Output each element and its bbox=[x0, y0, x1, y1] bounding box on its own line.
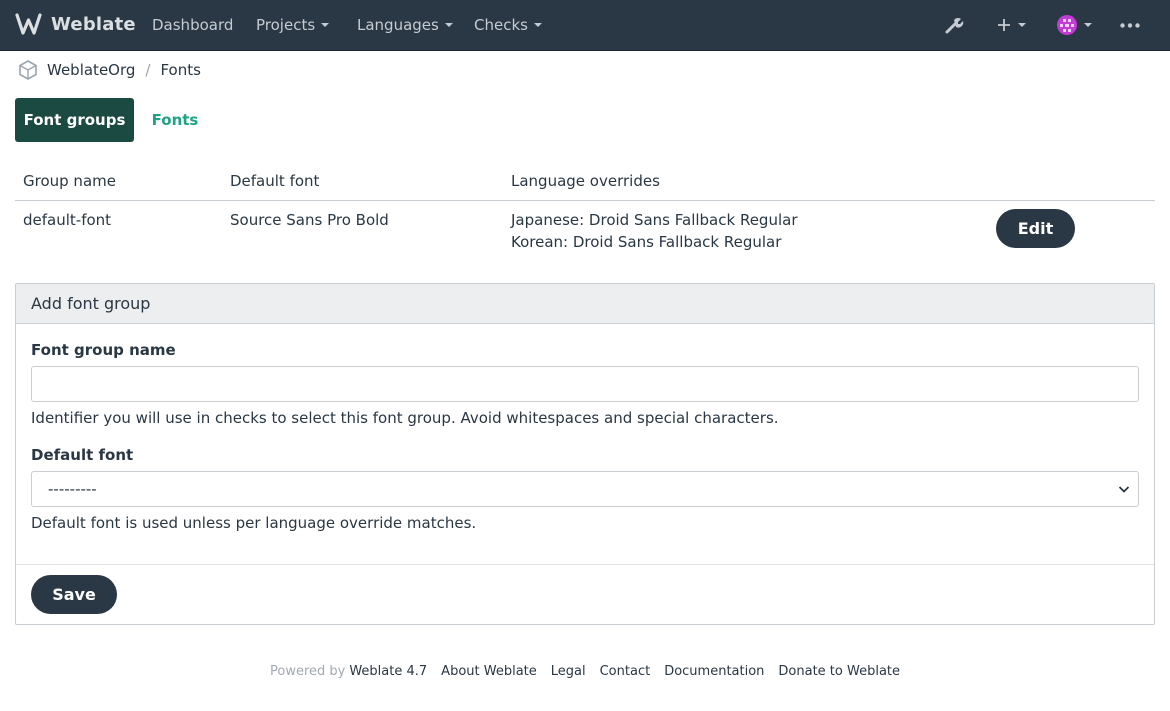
footer-link-contact[interactable]: Contact bbox=[600, 664, 651, 679]
nav-checks-label: Checks bbox=[474, 16, 528, 34]
override-korean: Korean: Droid Sans Fallback Regular bbox=[511, 233, 782, 251]
column-header-group-name: Group name bbox=[23, 172, 116, 190]
brand-name: Weblate bbox=[51, 13, 136, 35]
nav-languages-label: Languages bbox=[357, 16, 439, 34]
cell-group-name: default-font bbox=[23, 211, 112, 229]
save-button[interactable]: Save bbox=[31, 575, 117, 614]
avatar-icon bbox=[1057, 15, 1077, 35]
footer: Powered by Weblate 4.7 About Weblate Leg… bbox=[0, 664, 1170, 679]
nav-projects-label: Projects bbox=[256, 16, 316, 34]
organization-icon bbox=[19, 60, 37, 80]
tab-fonts[interactable]: Fonts bbox=[134, 98, 216, 142]
breadcrumb-org[interactable]: WeblateOrg bbox=[47, 61, 135, 79]
default-font-help: Default font is used unless per language… bbox=[31, 514, 477, 532]
chevron-down-icon bbox=[533, 23, 542, 27]
wrench-icon[interactable] bbox=[944, 15, 964, 35]
default-font-label: Default font bbox=[31, 446, 134, 464]
override-japanese: Japanese: Droid Sans Fallback Regular bbox=[511, 211, 798, 229]
plus-icon bbox=[998, 19, 1010, 31]
footer-version-link[interactable]: Weblate 4.7 bbox=[349, 664, 427, 679]
footer-link-legal[interactable]: Legal bbox=[551, 664, 586, 679]
chevron-down-icon bbox=[321, 23, 330, 27]
edit-button[interactable]: Edit bbox=[996, 209, 1075, 248]
powered-by-text: Powered by bbox=[269, 664, 346, 679]
top-navbar: Weblate Dashboard Projects Languages Che… bbox=[0, 0, 1170, 51]
more-menu-button[interactable] bbox=[1120, 23, 1140, 28]
footer-link-about[interactable]: About Weblate bbox=[441, 664, 537, 679]
font-group-name-help: Identifier you will use in checks to sel… bbox=[31, 409, 779, 427]
nav-dashboard-label: Dashboard bbox=[152, 16, 234, 34]
breadcrumb: WeblateOrg / Fonts bbox=[17, 59, 201, 81]
nav-projects[interactable]: Projects bbox=[256, 16, 330, 34]
tab-font-groups[interactable]: Font groups bbox=[15, 98, 134, 142]
chevron-down-icon bbox=[444, 23, 453, 27]
table-header-divider bbox=[15, 200, 1155, 201]
footer-link-donate[interactable]: Donate to Weblate bbox=[778, 664, 900, 679]
user-menu-button[interactable] bbox=[1056, 14, 1092, 36]
panel-footer-divider bbox=[16, 564, 1154, 565]
column-header-language-overrides: Language overrides bbox=[511, 172, 660, 190]
nav-checks[interactable]: Checks bbox=[474, 16, 542, 34]
more-horizontal-icon bbox=[1120, 23, 1140, 28]
font-group-name-input[interactable] bbox=[31, 366, 1139, 402]
breadcrumb-separator: / bbox=[145, 61, 151, 79]
chevron-down-icon bbox=[1018, 23, 1026, 27]
default-font-selected: --------- bbox=[48, 480, 97, 498]
nav-dashboard[interactable]: Dashboard bbox=[152, 16, 233, 34]
brand-link[interactable]: Weblate bbox=[15, 12, 136, 36]
chevron-down-icon bbox=[1084, 23, 1092, 27]
cell-default-font: Source Sans Pro Bold bbox=[230, 211, 389, 229]
chevron-down-icon bbox=[1118, 486, 1130, 493]
font-group-name-label: Font group name bbox=[31, 341, 176, 359]
panel-title: Add font group bbox=[16, 284, 1154, 324]
weblate-logo-icon bbox=[15, 13, 42, 35]
add-font-group-panel: Add font group Font group name Identifie… bbox=[15, 283, 1155, 625]
cell-language-overrides: Japanese: Droid Sans Fallback Regular Ko… bbox=[511, 209, 797, 253]
nav-languages[interactable]: Languages bbox=[357, 16, 453, 34]
breadcrumb-page[interactable]: Fonts bbox=[160, 61, 200, 79]
footer-link-documentation[interactable]: Documentation bbox=[664, 664, 764, 679]
column-header-default-font: Default font bbox=[230, 172, 320, 190]
add-menu-button[interactable] bbox=[996, 17, 1026, 33]
default-font-select[interactable]: --------- bbox=[31, 471, 1139, 507]
